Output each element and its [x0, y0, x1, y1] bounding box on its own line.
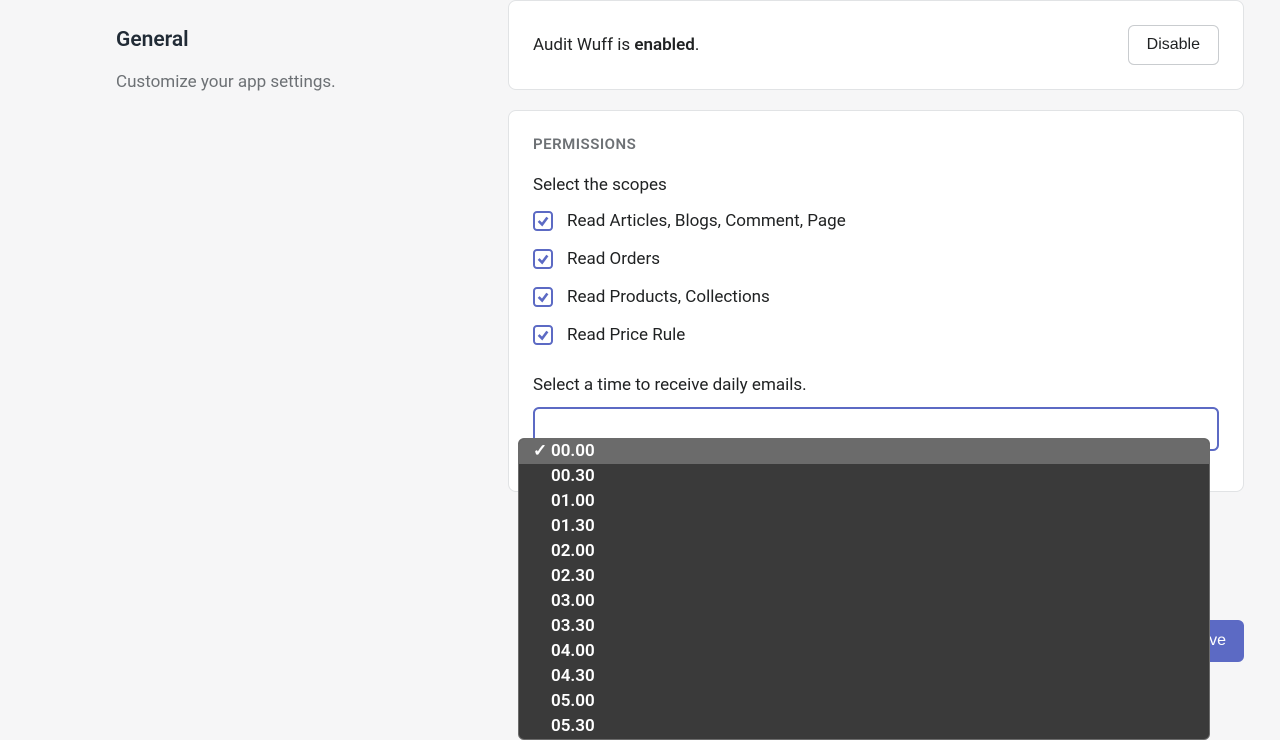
dropdown-option-label: 01.00 — [551, 490, 595, 513]
dropdown-option-label: 04.30 — [551, 665, 595, 688]
status-prefix: Audit Wuff is — [533, 35, 634, 55]
scopes-label: Select the scopes — [533, 175, 1219, 195]
checkmark-icon: ✓ — [533, 440, 551, 463]
dropdown-option-label: 02.30 — [551, 565, 595, 588]
scope-row: Read Products, Collections — [533, 287, 1219, 307]
dropdown-option-label: 02.00 — [551, 540, 595, 563]
status-state: enabled — [634, 35, 694, 55]
checkbox[interactable] — [533, 325, 553, 345]
scope-row: Read Orders — [533, 249, 1219, 269]
time-dropdown[interactable]: ✓ 00.00 00.30 01.00 01.30 02.00 02.30 03… — [518, 438, 1210, 740]
check-icon — [536, 290, 550, 304]
checkbox[interactable] — [533, 249, 553, 269]
time-label: Select a time to receive daily emails. — [533, 375, 1219, 395]
dropdown-option[interactable]: 04.30 — [519, 664, 1209, 689]
checkbox[interactable] — [533, 287, 553, 307]
scope-label: Read Price Rule — [567, 325, 685, 345]
section-title: General — [116, 28, 508, 52]
dropdown-option[interactable]: 03.30 — [519, 614, 1209, 639]
scope-row: Read Articles, Blogs, Comment, Page — [533, 211, 1219, 231]
disable-button[interactable]: Disable — [1128, 25, 1219, 65]
dropdown-option-label: 04.00 — [551, 640, 595, 663]
dropdown-option[interactable]: 03.00 — [519, 589, 1209, 614]
permissions-heading: PERMISSIONS — [533, 135, 1219, 153]
dropdown-option-label: 01.30 — [551, 515, 595, 538]
scope-label: Read Orders — [567, 249, 660, 269]
dropdown-option-label: 00.30 — [551, 465, 595, 488]
scope-label: Read Articles, Blogs, Comment, Page — [567, 211, 846, 231]
checkbox[interactable] — [533, 211, 553, 231]
dropdown-option[interactable]: 01.30 — [519, 514, 1209, 539]
dropdown-option-label: 00.00 — [551, 440, 595, 463]
dropdown-option[interactable]: 02.30 — [519, 564, 1209, 589]
dropdown-option[interactable]: 00.30 — [519, 464, 1209, 489]
status-text: Audit Wuff is enabled. — [533, 35, 699, 55]
dropdown-option[interactable]: 05.30 — [519, 714, 1209, 739]
dropdown-option[interactable]: ✓ 00.00 — [519, 439, 1209, 464]
section-subtitle: Customize your app settings. — [116, 70, 508, 96]
dropdown-option[interactable]: 02.00 — [519, 539, 1209, 564]
status-suffix: . — [695, 35, 699, 55]
scope-label: Read Products, Collections — [567, 287, 770, 307]
dropdown-option-label: 05.00 — [551, 690, 595, 713]
dropdown-option[interactable]: 01.00 — [519, 489, 1209, 514]
dropdown-option[interactable]: 05.00 — [519, 689, 1209, 714]
check-icon — [536, 252, 550, 266]
scope-row: Read Price Rule — [533, 325, 1219, 345]
status-card: Audit Wuff is enabled. Disable — [508, 0, 1244, 90]
dropdown-option[interactable]: 04.00 — [519, 639, 1209, 664]
dropdown-option-label: 03.30 — [551, 615, 595, 638]
check-icon — [536, 328, 550, 342]
dropdown-option-label: 05.30 — [551, 715, 595, 738]
permissions-card: PERMISSIONS Select the scopes Read Artic… — [508, 110, 1244, 492]
check-icon — [536, 214, 550, 228]
dropdown-option-label: 03.00 — [551, 590, 595, 613]
